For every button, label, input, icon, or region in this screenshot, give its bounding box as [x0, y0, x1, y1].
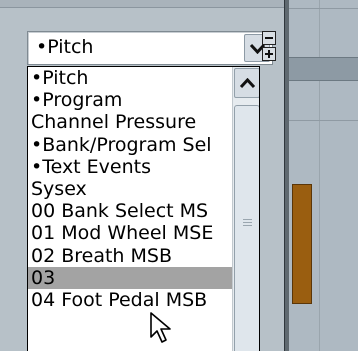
thumb-grip-line: [243, 222, 252, 223]
grid-line: [289, 120, 358, 121]
remove-lane-button[interactable]: [262, 31, 276, 45]
list-item[interactable]: 00 Bank Select MS: [28, 200, 232, 222]
grid-line: [289, 8, 358, 9]
minus-icon: [265, 37, 273, 39]
track-row-band: [289, 57, 358, 81]
combo-selected-value: •Pitch: [36, 36, 94, 58]
scroll-up-button[interactable]: [234, 68, 259, 98]
event-bar[interactable]: [292, 184, 312, 304]
controller-dropdown-list[interactable]: •Pitch •Program Channel Pressure •Bank/P…: [27, 66, 260, 351]
controller-combo-box[interactable]: •Pitch: [27, 31, 273, 65]
mouse-pointer-icon: [150, 312, 171, 343]
list-item[interactable]: Channel Pressure: [28, 111, 232, 133]
list-item[interactable]: 01 Mod Wheel MSE: [28, 222, 232, 244]
list-item[interactable]: Sysex: [28, 178, 232, 200]
list-item[interactable]: 02 Breath MSB: [28, 245, 232, 267]
list-item[interactable]: •Program: [28, 89, 232, 111]
thumb-grip-line: [243, 219, 252, 220]
list-item[interactable]: 04 Foot Pedal MSB: [28, 289, 232, 311]
list-item[interactable]: •Text Events: [28, 156, 232, 178]
scroll-thumb[interactable]: [234, 105, 259, 351]
list-item[interactable]: •Bank/Program Sel: [28, 134, 232, 156]
plus-icon: [268, 50, 270, 58]
chevron-up-icon: [240, 78, 255, 89]
thumb-grip-line: [243, 225, 252, 226]
dropdown-items: •Pitch •Program Channel Pressure •Bank/P…: [28, 67, 232, 311]
list-item-highlighted[interactable]: 03: [28, 266, 232, 289]
dropdown-scrollbar[interactable]: [232, 67, 259, 351]
add-lane-button[interactable]: [262, 47, 276, 61]
grid-vertical-line: [319, 0, 320, 351]
panel-top-strip: [0, 0, 284, 8]
list-item[interactable]: •Pitch: [28, 67, 232, 89]
